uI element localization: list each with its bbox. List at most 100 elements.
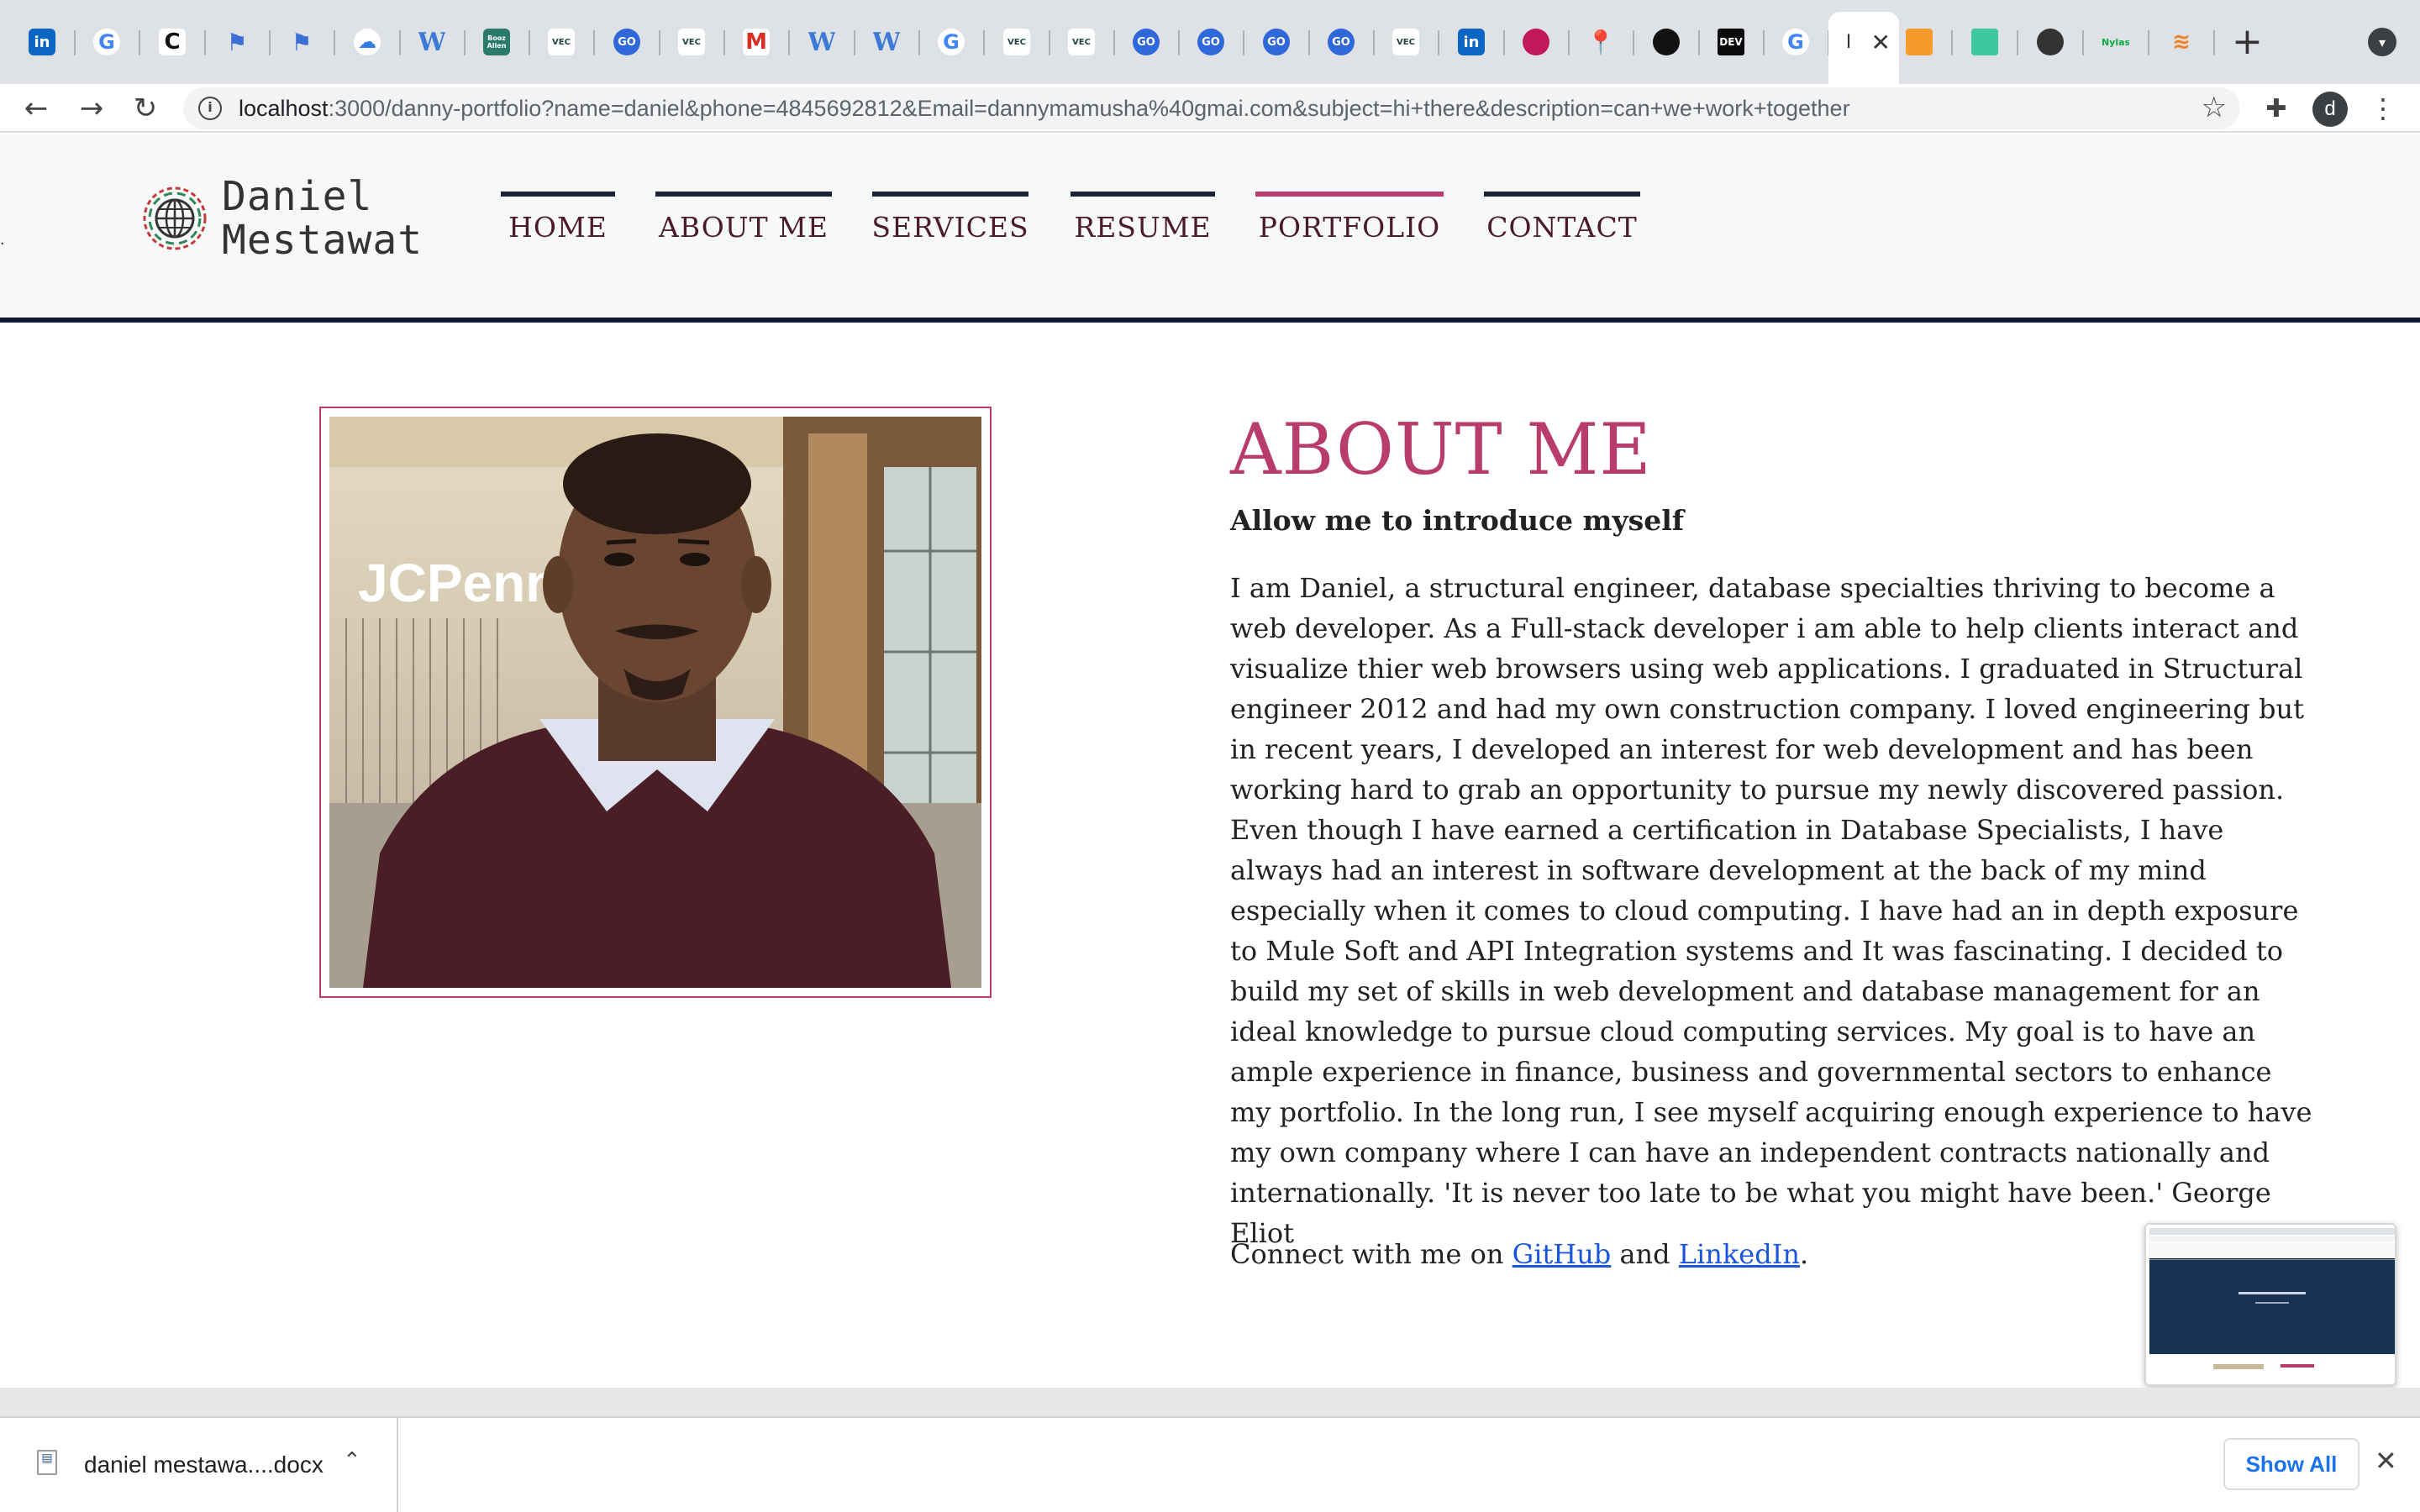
browser-tab[interactable]: VEC [1379, 12, 1439, 72]
site-info-icon[interactable]: i [198, 97, 222, 120]
nav-resume[interactable]: RESUME [1071, 192, 1215, 244]
screenshot-thumbnail-preview[interactable] [2144, 1223, 2396, 1386]
about-subtitle: Allow me to introduce myself [1230, 504, 1684, 537]
connect-prefix: Connect with me on [1230, 1238, 1512, 1270]
browser-tab[interactable]: GO [1119, 12, 1180, 72]
vec-icon: VEC [678, 29, 705, 55]
browser-tab[interactable]: GO [600, 12, 660, 72]
nav-about-me[interactable]: ABOUT ME [655, 192, 832, 244]
url-text[interactable]: localhost:3000/danny-portfolio?name=dani… [239, 96, 1850, 122]
thumbnail-image [2146, 1225, 2395, 1384]
browser-tab-strip: in G C ⚑ ⚑ ☁ W Booz Allen VEC GO VEC M W W G VEC VEC GO GO… [0, 0, 2420, 84]
vec-icon: VEC [1068, 29, 1095, 55]
globe-logo-icon [143, 186, 207, 250]
tab-search-icon[interactable]: ▾ [2368, 28, 2396, 56]
browser-tab[interactable]: in [1444, 12, 1505, 72]
browser-tab[interactable]: ⚑ [275, 12, 335, 72]
browser-tab[interactable]: VEC [665, 12, 725, 72]
active-tab[interactable]: I ✕ [1828, 12, 1899, 84]
download-shelf: ▤ daniel mestawa....docx ⌃ Show All ✕ [0, 1416, 2420, 1512]
connect-and: and [1611, 1238, 1679, 1270]
connect-line: Connect with me on GitHub and LinkedIn. [1230, 1238, 1808, 1270]
browser-tab[interactable]: 📍 [1574, 12, 1634, 72]
w-icon: W [808, 29, 835, 55]
download-file-name: daniel mestawa....docx [84, 1452, 324, 1478]
browser-tab[interactable]: GO [1184, 12, 1244, 72]
browser-toolbar: ← → ↻ i localhost:3000/danny-portfolio?n… [0, 84, 2420, 133]
browser-tab[interactable] [1892, 12, 1953, 72]
browser-tab[interactable]: DEV [1704, 12, 1765, 72]
site-logo[interactable]: Daniel Mestawat [141, 175, 423, 262]
browser-tab[interactable]: Nylas [2089, 12, 2149, 72]
google-icon: G [1782, 29, 1809, 55]
browser-tab[interactable] [2023, 12, 2084, 72]
vec-icon: VEC [1392, 29, 1419, 55]
about-body-text: I am Daniel, a structural engineer, data… [1230, 572, 2312, 1249]
close-tab-icon[interactable]: ✕ [1871, 29, 1891, 56]
browser-tab[interactable]: W [405, 12, 466, 72]
browser-tab[interactable]: GO [1314, 12, 1375, 72]
show-all-button[interactable]: Show All [2223, 1438, 2360, 1490]
go-icon: GO [1133, 29, 1160, 55]
github-link[interactable]: GitHub [1512, 1238, 1612, 1270]
browser-tab[interactable]: G [80, 12, 140, 72]
maps-pin-icon: 📍 [1587, 29, 1614, 55]
orange-shield-icon [1906, 29, 1933, 55]
browser-tab[interactable]: VEC [990, 12, 1050, 72]
browser-tab[interactable]: ☁ [340, 12, 401, 72]
profile-photo: JCPenn [329, 417, 981, 988]
nav-portfolio[interactable]: PORTFOLIO [1255, 192, 1444, 244]
hexagon-icon [1523, 29, 1549, 55]
bookmark-star-icon[interactable]: ☆ [2202, 91, 2227, 124]
url-host: localhost [239, 96, 329, 121]
nav-contact[interactable]: CONTACT [1484, 192, 1640, 244]
globe-icon [2037, 29, 2064, 55]
browser-tab[interactable]: in [15, 12, 76, 72]
linkedin-link[interactable]: LinkedIn [1679, 1238, 1800, 1270]
browser-tab[interactable]: G [924, 12, 985, 72]
linkedin-icon: in [1458, 29, 1485, 55]
connect-suffix: . [1799, 1238, 1809, 1270]
profile-photo-frame: JCPenn [319, 407, 992, 998]
browser-tab[interactable]: VEC [534, 12, 595, 72]
reload-icon[interactable]: ↻ [124, 87, 166, 129]
new-tab-button[interactable]: + [2232, 20, 2263, 64]
nav-services[interactable]: SERVICES [871, 192, 1028, 244]
page-bottom-gap [0, 1388, 2420, 1416]
url-path: :3000/danny-portfolio?name=daniel&phone=… [328, 96, 1850, 121]
profile-photo-illustration: JCPenn [329, 417, 981, 988]
logo-first-name: Daniel [222, 173, 373, 220]
browser-menu-icon[interactable]: ⋮ [2366, 87, 2400, 129]
close-shelf-icon[interactable]: ✕ [2375, 1445, 2397, 1477]
download-item[interactable]: ▤ daniel mestawa....docx ⌃ [0, 1418, 398, 1512]
chevron-up-icon[interactable]: ⌃ [343, 1448, 361, 1473]
flag-icon: ⚑ [291, 29, 313, 55]
profile-avatar[interactable]: d [2312, 92, 2348, 127]
browser-tab[interactable]: C [145, 12, 206, 72]
w-icon: W [418, 29, 445, 55]
browser-tab[interactable] [1509, 12, 1570, 72]
browser-tab[interactable]: W [860, 12, 920, 72]
gmail-icon: M [743, 29, 770, 55]
browser-tab[interactable]: GO [1249, 12, 1310, 72]
go-icon: GO [1328, 29, 1355, 55]
browser-tab[interactable] [1958, 12, 2018, 72]
active-tab-favicon: I [1845, 31, 1852, 53]
cloud-icon: ☁ [354, 29, 381, 55]
address-bar[interactable]: i localhost:3000/danny-portfolio?name=da… [183, 87, 2240, 129]
back-arrow-icon[interactable]: ← [15, 87, 57, 129]
browser-tab[interactable]: M [729, 12, 790, 72]
nav-home[interactable]: HOME [501, 192, 615, 244]
browser-tab[interactable] [1639, 12, 1700, 72]
browser-tab[interactable]: ⚑ [210, 12, 271, 72]
browser-tab[interactable]: Booz Allen [470, 12, 530, 72]
browser-tab[interactable]: G [1769, 12, 1829, 72]
browser-tab[interactable]: W [795, 12, 855, 72]
forward-arrow-icon[interactable]: → [71, 87, 113, 129]
browser-tab[interactable]: ≋ [2154, 12, 2215, 72]
dev-icon: DEV [1718, 29, 1744, 55]
extensions-puzzle-icon[interactable]: ✚ [2255, 87, 2297, 129]
browser-tab[interactable]: VEC [1055, 12, 1115, 72]
flag-icon: ⚑ [226, 29, 248, 55]
google-icon: G [938, 29, 965, 55]
